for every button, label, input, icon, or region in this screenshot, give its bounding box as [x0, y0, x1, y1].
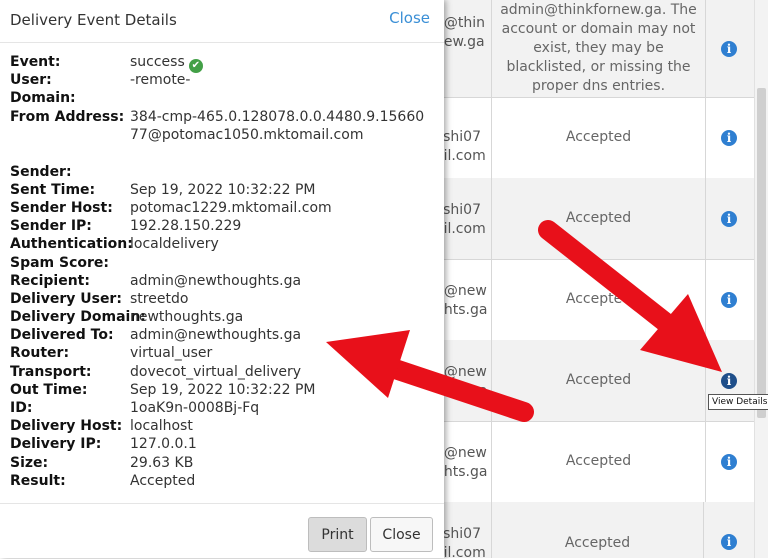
result-cell: Accepted [491, 502, 704, 558]
info-icon[interactable]: i [721, 453, 737, 470]
info-icon[interactable]: i [721, 291, 737, 308]
info-icon[interactable]: i [721, 372, 737, 389]
success-check-icon: ✔ [188, 59, 203, 73]
result-cell: Accepted [491, 178, 706, 259]
print-button[interactable]: Print [308, 517, 367, 552]
info-icon[interactable]: i [721, 210, 737, 227]
dialog-header: Delivery Event Details Close [0, 0, 444, 43]
info-icon[interactable]: i [721, 534, 737, 550]
close-link[interactable]: Close [389, 9, 430, 27]
info-icon[interactable]: i [721, 129, 737, 146]
close-button[interactable]: Close [370, 517, 433, 552]
result-cell: Accepted [491, 259, 706, 340]
view-details-tooltip: View Details [708, 394, 768, 410]
dialog-footer: Print Close [0, 503, 444, 559]
result-cell: Accepted [491, 421, 706, 502]
result-cell: Accepted [491, 340, 706, 421]
result-cell: admin@thinkfornew.ga. The account or dom… [491, 0, 706, 97]
result-cell: Accepted [491, 97, 706, 178]
dialog-title: Delivery Event Details [10, 11, 177, 29]
info-icon[interactable]: i [721, 40, 737, 57]
scrollbar-thumb[interactable] [757, 88, 766, 418]
delivery-event-details-dialog: Delivery Event Details Close Event: succ… [0, 0, 444, 558]
